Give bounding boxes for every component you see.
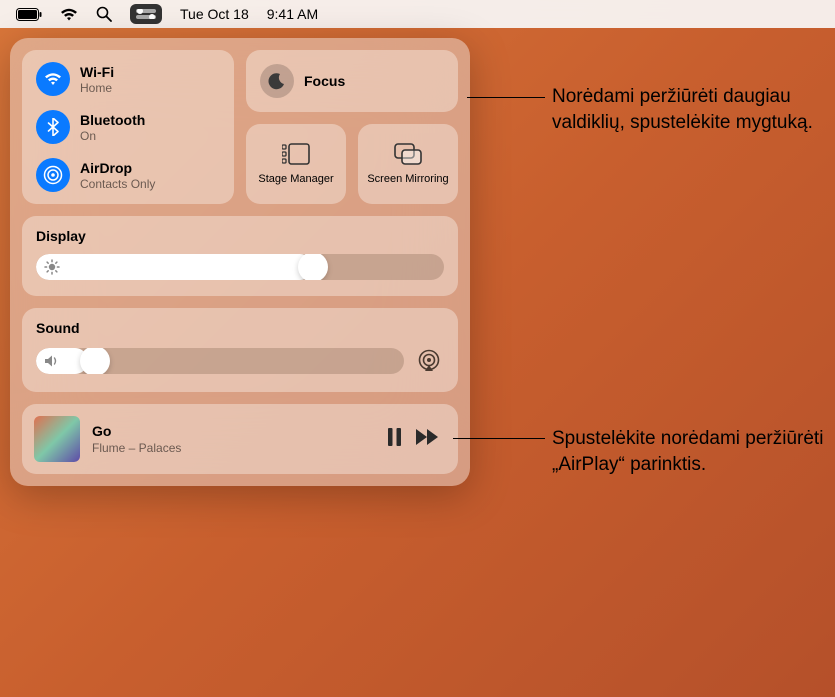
display-tile: Display <box>22 216 458 296</box>
airdrop-title: AirDrop <box>80 160 155 176</box>
bluetooth-status: On <box>80 129 145 143</box>
screen-mirroring-button[interactable]: Screen Mirroring <box>358 124 458 204</box>
airplay-audio-button[interactable] <box>414 346 444 376</box>
control-center-panel: Wi-Fi Home Bluetooth On <box>10 38 470 486</box>
callout-airplay: Spustelėkite norėdami peržiūrėti „AirPla… <box>552 426 825 477</box>
menubar-time[interactable]: 9:41 AM <box>267 6 318 22</box>
focus-button[interactable]: Focus <box>246 50 458 112</box>
screen-mirroring-icon <box>394 141 422 167</box>
sound-slider[interactable] <box>36 348 404 374</box>
sound-label: Sound <box>36 320 444 336</box>
focus-label: Focus <box>304 73 345 89</box>
display-slider[interactable] <box>36 254 444 280</box>
bluetooth-toggle[interactable]: Bluetooth On <box>36 110 220 144</box>
now-playing-tile[interactable]: Go Flume – Palaces <box>22 404 458 474</box>
bluetooth-title: Bluetooth <box>80 112 145 128</box>
airplay-icon <box>417 349 441 373</box>
callout-annotations: Norėdami peržiūrėti daugiau valdiklių, s… <box>470 38 825 486</box>
bluetooth-icon <box>36 110 70 144</box>
track-artist: Flume – Palaces <box>92 441 375 455</box>
screen-mirroring-label: Screen Mirroring <box>367 173 448 186</box>
speaker-icon <box>44 354 60 368</box>
spotlight-icon[interactable] <box>96 6 112 22</box>
menubar-date[interactable]: Tue Oct 18 <box>180 6 249 22</box>
wifi-status: Home <box>80 81 114 95</box>
next-button[interactable] <box>416 429 440 450</box>
track-title: Go <box>92 423 375 439</box>
wifi-title: Wi-Fi <box>80 64 114 80</box>
pause-button[interactable] <box>387 428 402 451</box>
display-label: Display <box>36 228 444 244</box>
airdrop-toggle[interactable]: AirDrop Contacts Only <box>36 158 220 192</box>
wifi-icon[interactable] <box>60 8 78 21</box>
control-center-icon[interactable] <box>130 4 162 24</box>
brightness-icon <box>44 259 60 275</box>
wifi-toggle[interactable]: Wi-Fi Home <box>36 62 220 96</box>
stage-manager-label: Stage Manager <box>258 173 333 186</box>
menubar: Tue Oct 18 9:41 AM <box>0 0 835 28</box>
wifi-icon <box>36 62 70 96</box>
callout-focus: Norėdami peržiūrėti daugiau valdiklių, s… <box>552 84 825 135</box>
connectivity-group: Wi-Fi Home Bluetooth On <box>22 50 234 204</box>
airdrop-status: Contacts Only <box>80 177 155 191</box>
airdrop-icon <box>36 158 70 192</box>
stage-manager-button[interactable]: Stage Manager <box>246 124 346 204</box>
battery-icon[interactable] <box>16 8 42 21</box>
stage-manager-icon <box>282 141 310 167</box>
album-art <box>34 416 80 462</box>
moon-icon <box>260 64 294 98</box>
sound-tile: Sound <box>22 308 458 392</box>
